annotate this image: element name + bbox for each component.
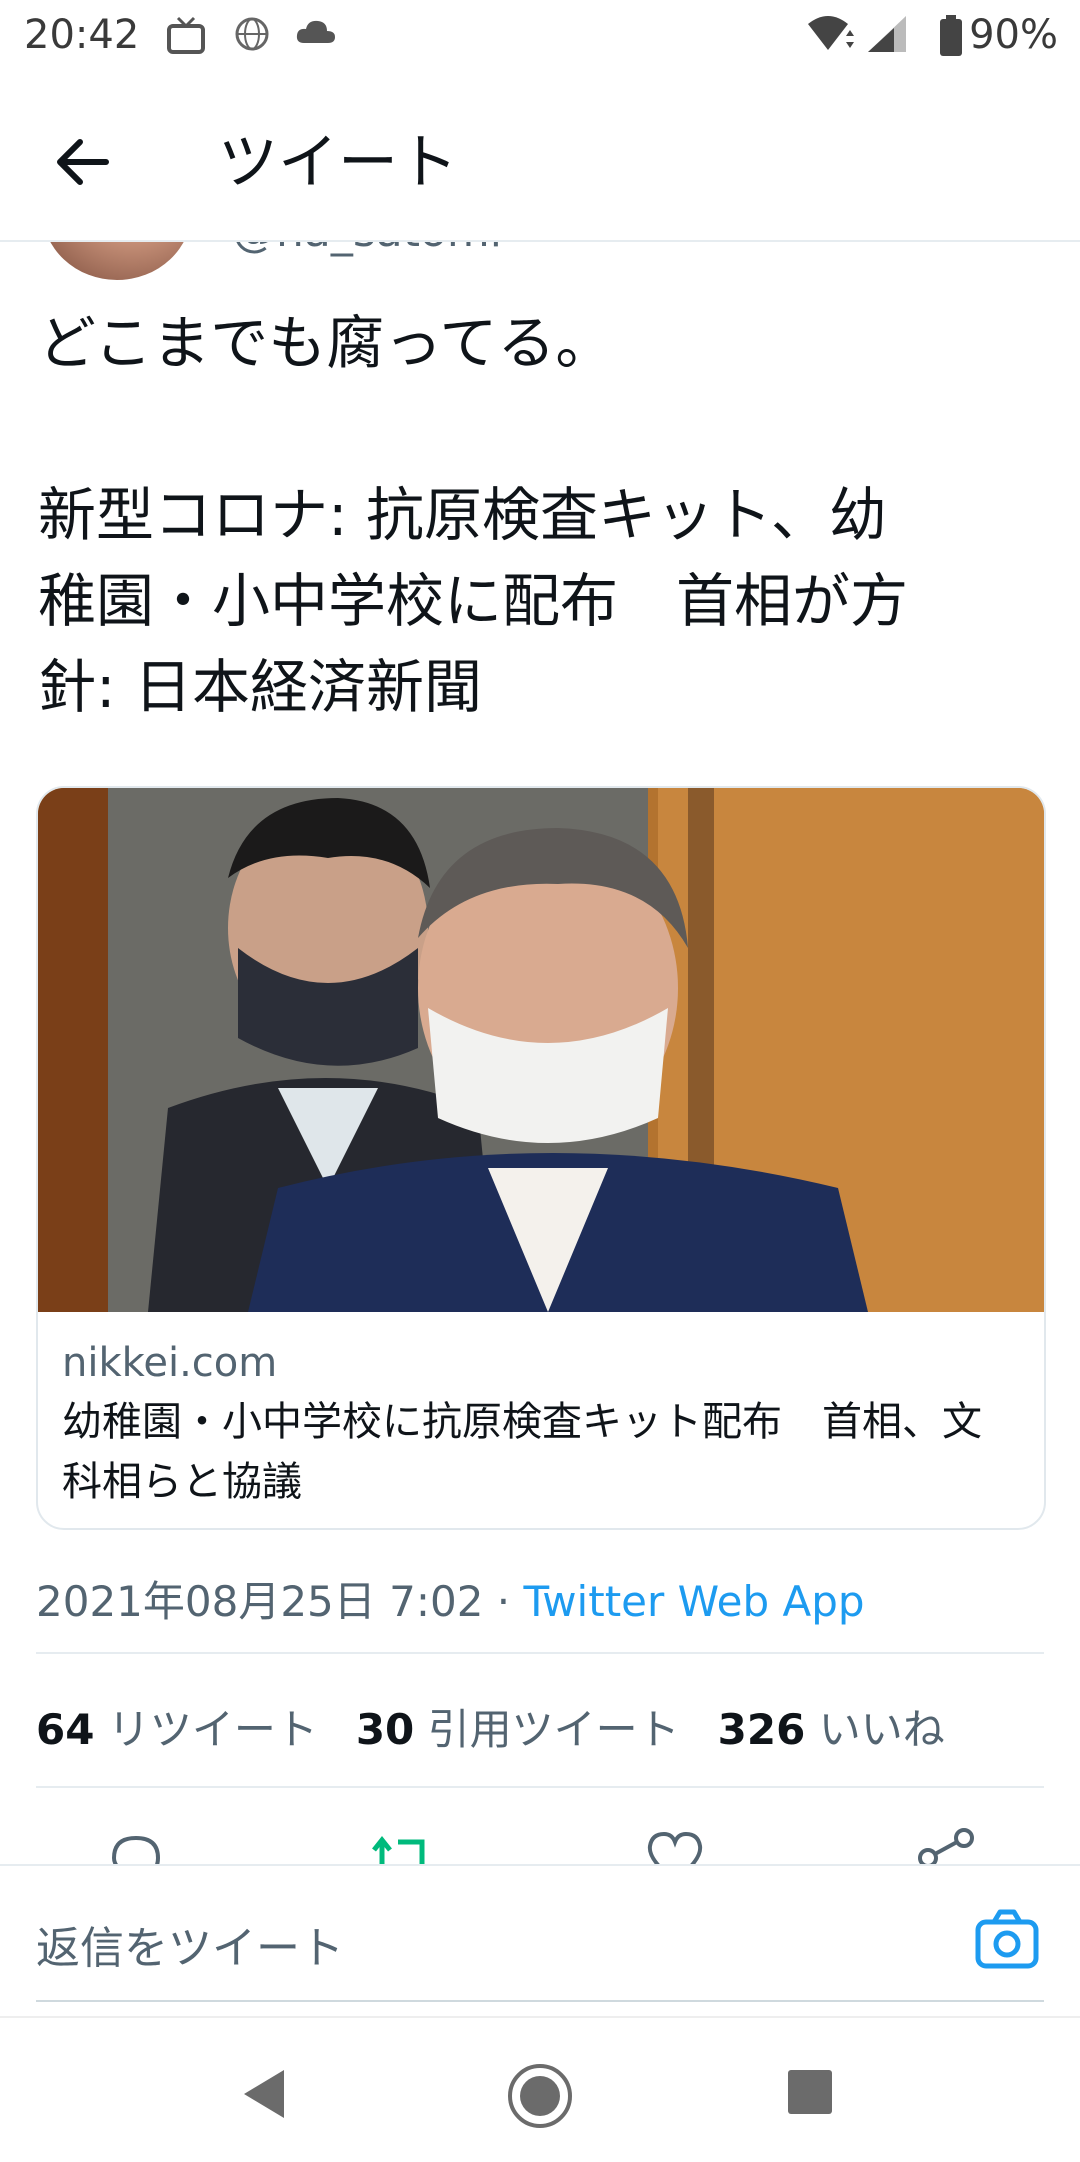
likes-count: 326	[717, 1705, 806, 1754]
cloud-icon	[296, 20, 335, 43]
card-domain: nikkei.com	[62, 1340, 278, 1386]
reply-input[interactable]: 返信をツイート	[36, 1912, 344, 1976]
battery-icon	[940, 15, 962, 56]
status-time: 20:42	[24, 12, 140, 58]
quotes-stat[interactable]: 30 引用ツイート	[356, 1705, 680, 1754]
timestamp-text: 2021年08月25日 7:02 ·	[36, 1577, 524, 1626]
tweet-actions	[0, 1820, 1080, 1864]
battery-percentage: 90%	[969, 12, 1058, 58]
retweets-stat[interactable]: 64 リツイート	[36, 1705, 318, 1754]
reply-bar: 返信をツイート	[0, 1864, 1080, 2018]
quotes-count: 30	[355, 1705, 415, 1754]
back-arrow-icon[interactable]	[52, 130, 116, 194]
tweet-stats: 64 リツイート 30 引用ツイート 326 いいね	[36, 1696, 945, 1757]
retweets-count: 64	[36, 1705, 95, 1754]
retweets-label: リツイート	[107, 1705, 318, 1754]
tv-icon	[167, 16, 205, 54]
wifi-icon	[808, 16, 854, 50]
vpn-globe-icon	[235, 17, 269, 51]
like-icon[interactable]	[644, 1828, 706, 1864]
reply-input-underline	[36, 2000, 1044, 2002]
share-icon[interactable]	[914, 1824, 978, 1864]
divider	[36, 1786, 1044, 1788]
status-bar: 20:42 90%	[0, 0, 1080, 72]
nav-home-icon[interactable]	[506, 2062, 574, 2130]
tweet-text: どこまでも腐ってる。 新型コロナ: 抗原検査キット、幼 稚園・小中学校に配布 首…	[38, 309, 909, 721]
page-title: ツイート	[218, 128, 458, 198]
signal-icon	[868, 16, 906, 52]
system-nav-bar	[0, 2016, 1080, 2162]
reply-icon[interactable]	[106, 1828, 166, 1864]
likes-stat[interactable]: 326 いいね	[718, 1705, 945, 1754]
card-photo	[38, 788, 1044, 1312]
divider	[36, 1652, 1044, 1654]
retweet-icon[interactable]	[370, 1828, 434, 1864]
camera-icon[interactable]	[974, 1906, 1040, 1972]
app-header: ツイート	[0, 72, 1080, 242]
card-title: 幼稚園・小中学校に抗原検査キット配布 首相、文科相らと協議	[62, 1399, 982, 1505]
likes-label: いいね	[818, 1705, 945, 1754]
quotes-label: 引用ツイート	[427, 1705, 680, 1754]
source-app-link[interactable]: Twitter Web App	[524, 1577, 865, 1626]
tweet-timestamp: 2021年08月25日 7:02 · Twitter Web App	[36, 1568, 865, 1629]
nav-recents-icon[interactable]	[786, 2068, 834, 2116]
link-card[interactable]: nikkei.com 幼稚園・小中学校に抗原検査キット配布 首相、文科相らと協議	[36, 786, 1046, 1530]
nav-back-icon[interactable]	[240, 2066, 288, 2122]
